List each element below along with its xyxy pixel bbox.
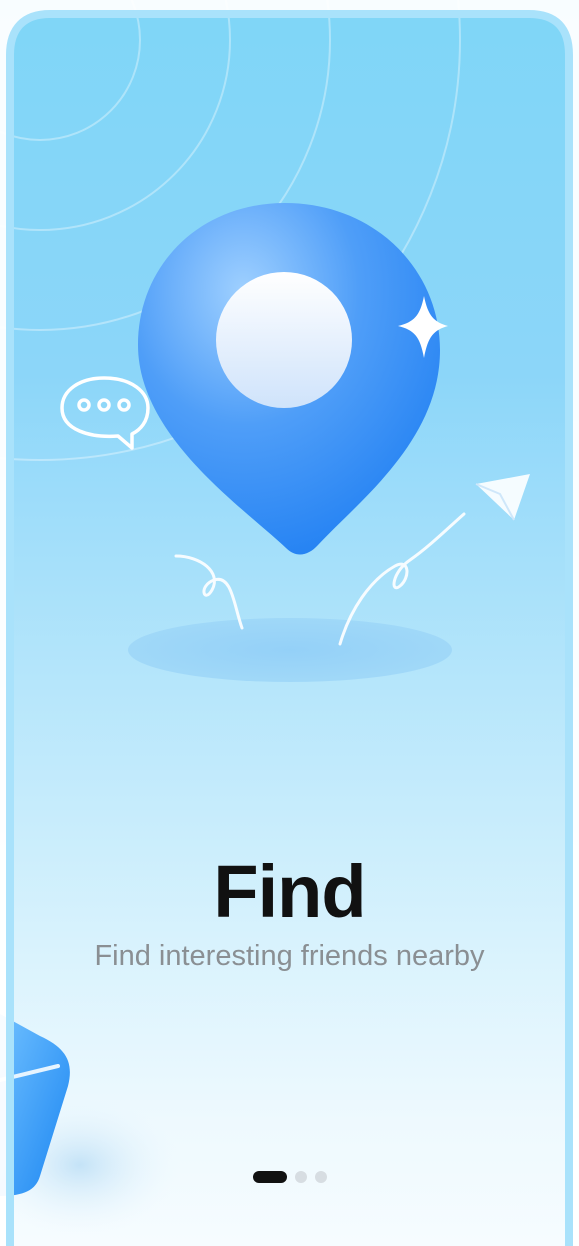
page-title: Find xyxy=(213,850,366,933)
pagination-indicator xyxy=(0,1171,579,1183)
page-subtitle: Find interesting friends nearby xyxy=(94,940,485,972)
location-pin-icon xyxy=(138,203,440,555)
paper-plane-icon xyxy=(475,474,530,521)
page-dot-1[interactable] xyxy=(252,1171,287,1183)
chat-bubble-icon xyxy=(60,376,150,450)
illustration xyxy=(0,0,530,682)
onboarding-screen: Find Find interesting friends nearby xyxy=(0,0,579,1246)
pin-shadow xyxy=(128,618,452,682)
corner-gem-decoration xyxy=(0,1014,180,1235)
page-dot-2[interactable] xyxy=(294,1171,307,1183)
page-dot-3[interactable] xyxy=(314,1171,327,1183)
